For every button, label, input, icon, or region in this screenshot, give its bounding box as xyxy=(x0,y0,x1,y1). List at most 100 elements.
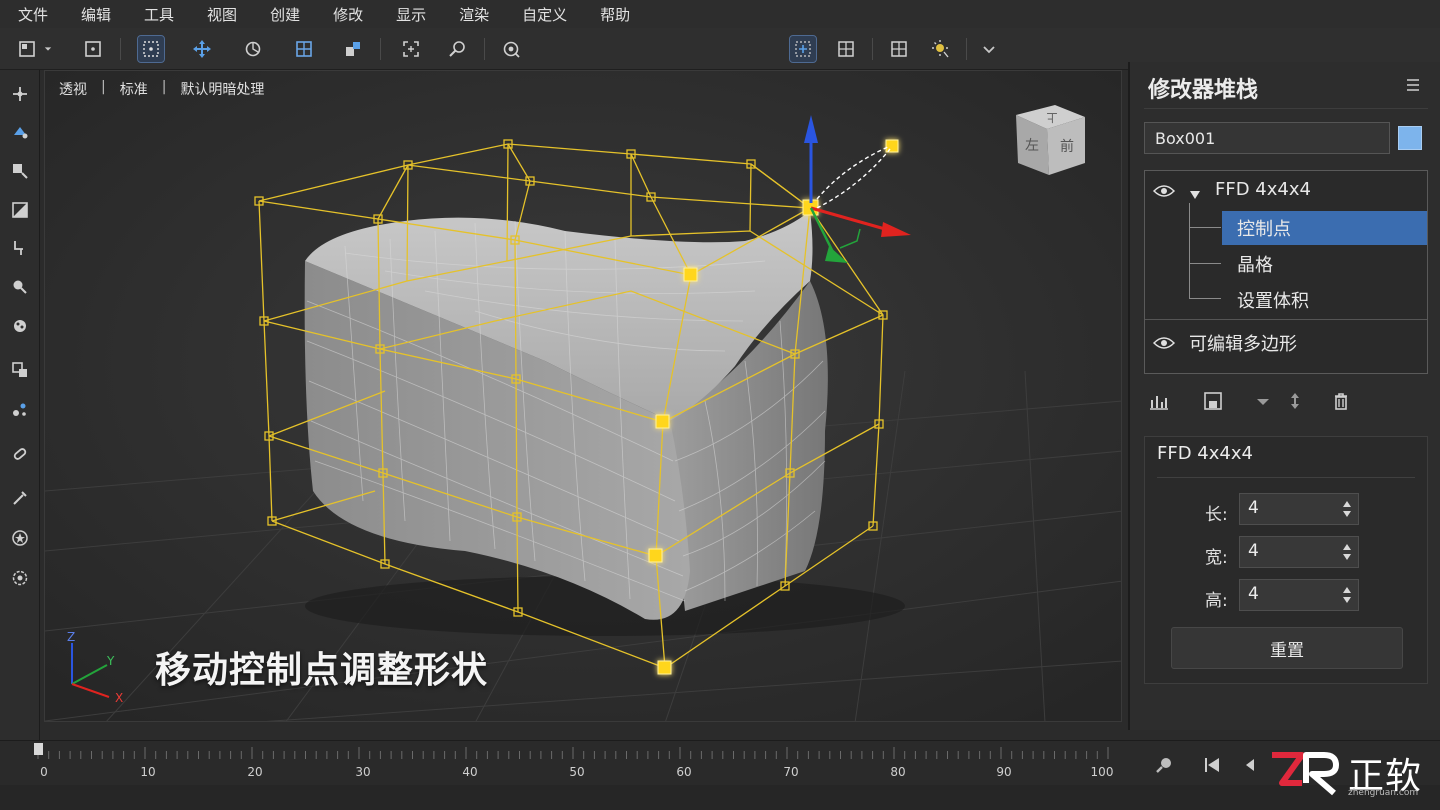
menu-tools[interactable]: 工具 xyxy=(144,4,174,25)
tick-label: 70 xyxy=(783,765,799,779)
place-icon[interactable] xyxy=(340,36,366,62)
spinner-arrows-icon[interactable] xyxy=(1342,541,1352,563)
grid-snap-icon[interactable] xyxy=(789,35,817,63)
menu-help[interactable]: 帮助 xyxy=(600,4,630,25)
subitem-control-points[interactable]: 控制点 xyxy=(1237,215,1291,241)
time-slider-track[interactable]: 0 10 20 30 40 50 60 70 80 90 100 xyxy=(34,741,1120,785)
menu-render[interactable]: 渲染 xyxy=(459,4,489,25)
menu-view[interactable]: 视图 xyxy=(207,4,237,25)
triangle-down-icon[interactable] xyxy=(1189,185,1201,199)
perspective-viewport[interactable]: 上 左 前 Z Y X 透视 | 标准 | 默认明暗处理 移动控制点调整形状 xyxy=(44,70,1122,722)
motion-icon[interactable] xyxy=(8,198,32,222)
star-icon[interactable] xyxy=(8,526,32,550)
search-icon[interactable] xyxy=(1154,755,1174,775)
tick-label: 90 xyxy=(996,765,1012,779)
chevron-down-icon[interactable] xyxy=(1252,390,1274,412)
menu-file[interactable]: 文件 xyxy=(18,4,48,25)
shading-mode-label[interactable]: 默认明暗处理 xyxy=(180,79,264,99)
settings-icon[interactable] xyxy=(8,566,32,590)
scale-icon[interactable] xyxy=(291,36,317,62)
paint-icon[interactable] xyxy=(8,314,32,338)
hierarchy-icon[interactable] xyxy=(8,159,32,183)
menu-edit[interactable]: 编辑 xyxy=(81,4,111,25)
viewcube-top-label: 上 xyxy=(1047,111,1058,124)
time-slider-handle[interactable] xyxy=(34,743,43,755)
reset-button[interactable]: 重置 xyxy=(1171,627,1403,669)
link-icon[interactable] xyxy=(8,442,32,466)
select-object-icon[interactable] xyxy=(80,36,106,62)
height-value: 4 xyxy=(1248,584,1259,604)
move-icon[interactable] xyxy=(189,36,215,62)
hamburger-menu-icon[interactable] xyxy=(1404,76,1422,94)
tick-label: 20 xyxy=(247,765,263,779)
modify-icon[interactable] xyxy=(8,120,32,144)
spinner-arrows-icon[interactable] xyxy=(1342,498,1352,520)
menu-display[interactable]: 显示 xyxy=(396,4,426,25)
eye-icon[interactable] xyxy=(1152,335,1176,349)
length-spinner[interactable]: 4 xyxy=(1239,493,1359,525)
editable-poly-item[interactable]: 可编辑多边形 xyxy=(1189,330,1297,356)
length-label: 长: xyxy=(1205,505,1228,525)
viewcube-front-label: 前 xyxy=(1060,138,1074,155)
view-mode-label[interactable]: 标准 xyxy=(120,79,148,99)
width-spinner[interactable]: 4 xyxy=(1239,536,1359,568)
zoom-icon[interactable] xyxy=(444,36,470,62)
tick-label: 0 xyxy=(40,765,48,779)
tick-label: 80 xyxy=(890,765,906,779)
viewcube-left-label: 左 xyxy=(1025,138,1039,154)
go-to-start-icon[interactable] xyxy=(1202,755,1222,775)
select-region-icon[interactable] xyxy=(137,35,165,63)
menu-bar: 文件 编辑 工具 视图 创建 修改 显示 渲染 自定义 帮助 xyxy=(0,0,1440,28)
length-value: 4 xyxy=(1248,498,1259,518)
render-icon[interactable] xyxy=(498,36,524,62)
subitem-lattice[interactable]: 晶格 xyxy=(1237,251,1273,277)
playback-controls xyxy=(1148,751,1268,779)
chevron-down-icon[interactable] xyxy=(976,36,1002,62)
menu-customize[interactable]: 自定义 xyxy=(522,4,567,25)
timeline: 0 10 20 30 40 50 60 70 80 90 100 正软 zhen… xyxy=(0,740,1440,810)
viewport-layout-icon[interactable] xyxy=(833,36,859,62)
stack-actions-bar xyxy=(1144,386,1428,416)
view-type-label[interactable]: 透视 xyxy=(59,79,87,99)
layout-icon[interactable] xyxy=(14,36,40,62)
axis-y-label: Y xyxy=(106,654,115,668)
object-name-field[interactable]: Box001 xyxy=(1144,122,1390,154)
spinner-arrows-icon[interactable] xyxy=(1342,584,1352,606)
utilities-icon[interactable] xyxy=(8,275,32,299)
width-value: 4 xyxy=(1248,541,1259,561)
rotate-icon[interactable] xyxy=(240,36,266,62)
material-icon[interactable] xyxy=(8,358,32,382)
tick-label: 60 xyxy=(676,765,692,779)
pen-icon[interactable] xyxy=(8,486,32,510)
viewport-label[interactable]: 透视 | 标准 | 默认明暗处理 xyxy=(59,79,264,99)
watermark-logo: 正软 zhengruan.com xyxy=(1268,745,1438,801)
save-icon[interactable] xyxy=(1202,390,1224,412)
tick-label: 50 xyxy=(569,765,585,779)
tick-label: 40 xyxy=(462,765,478,779)
trash-icon[interactable] xyxy=(1330,390,1352,412)
watermark-url: zhengruan.com xyxy=(1348,788,1419,798)
eye-icon[interactable] xyxy=(1152,183,1176,197)
object-color-swatch[interactable] xyxy=(1398,126,1422,150)
params-title: FFD 4x4x4 xyxy=(1157,443,1253,464)
scene-canvas[interactable]: 上 左 前 Z Y X xyxy=(45,71,1122,722)
height-spinner[interactable]: 4 xyxy=(1239,579,1359,611)
tick-label: 30 xyxy=(355,765,371,779)
menu-modify[interactable]: 修改 xyxy=(333,4,363,25)
particle-icon[interactable] xyxy=(8,398,32,422)
pin-stack-icon[interactable] xyxy=(1148,390,1170,412)
ffd-modifier-item[interactable]: FFD 4x4x4 xyxy=(1215,179,1311,200)
display-icon[interactable] xyxy=(8,236,32,260)
view-cube[interactable]: 上 左 前 xyxy=(1016,105,1085,175)
light-icon[interactable] xyxy=(928,36,954,62)
subitem-set-volume[interactable]: 设置体积 xyxy=(1237,287,1309,313)
reorder-icon[interactable] xyxy=(1284,390,1306,412)
height-label: 高: xyxy=(1205,591,1228,611)
snap-icon[interactable] xyxy=(398,36,424,62)
width-label: 宽: xyxy=(1205,548,1228,568)
menu-create[interactable]: 创建 xyxy=(270,4,300,25)
previous-frame-icon[interactable] xyxy=(1240,755,1260,775)
quad-view-icon[interactable] xyxy=(886,36,912,62)
chevron-down-icon[interactable] xyxy=(40,36,56,62)
create-icon[interactable] xyxy=(8,82,32,106)
